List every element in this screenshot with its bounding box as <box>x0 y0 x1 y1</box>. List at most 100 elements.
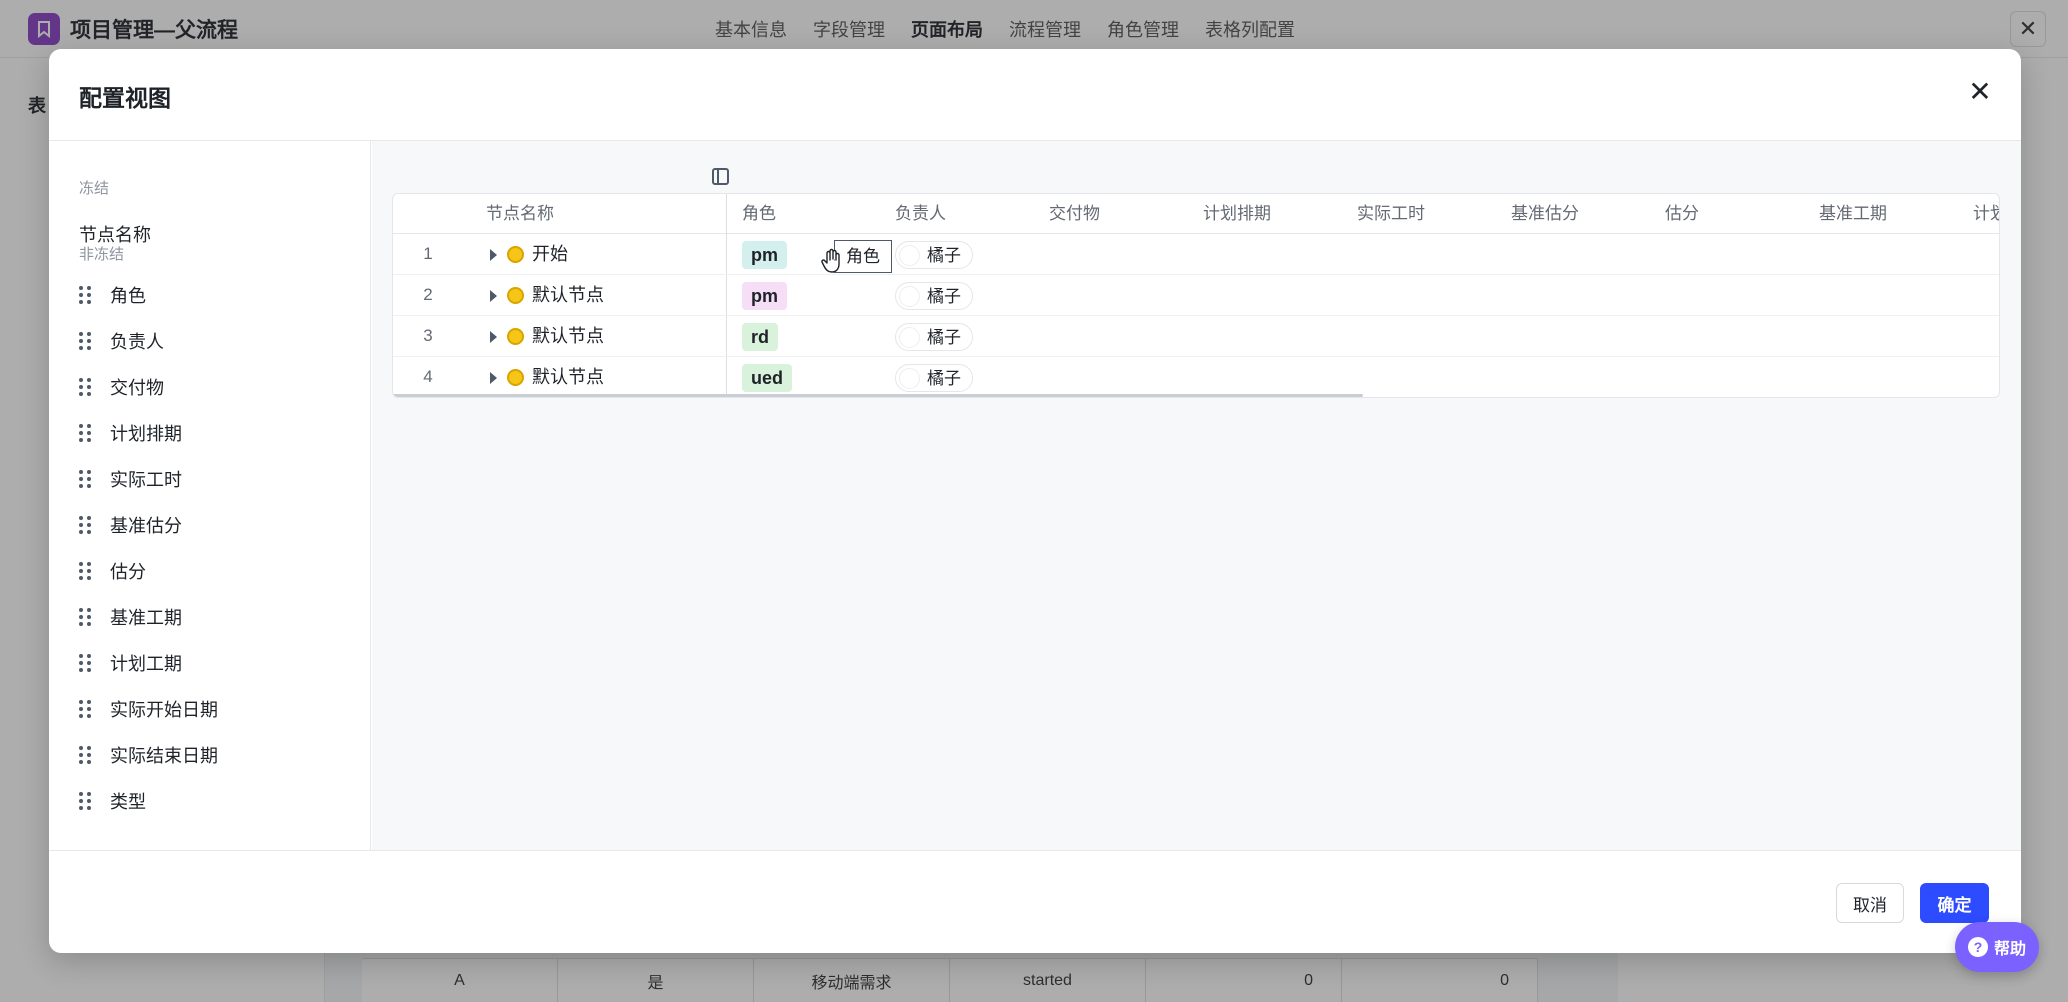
column-label: 负责人 <box>110 332 164 352</box>
header-baseline-estimate[interactable]: 基准估分 <box>1511 194 1579 234</box>
role-tag: ued <box>742 364 793 392</box>
unfrozen-column-item[interactable]: 基准估分 <box>79 502 218 548</box>
unfrozen-column-item[interactable]: 计划工期 <box>79 640 218 686</box>
column-label: 角色 <box>110 286 146 306</box>
status-dot-icon <box>507 287 524 304</box>
unfrozen-column-item[interactable]: 实际结束日期 <box>79 732 218 778</box>
expand-arrow-icon[interactable] <box>490 249 497 261</box>
header-planned-partial[interactable]: 计划 <box>1973 194 1999 234</box>
row-number: 1 <box>423 244 433 263</box>
avatar <box>899 286 920 307</box>
help-button[interactable]: ? 帮助 <box>1955 922 2039 972</box>
help-icon: ? <box>1967 937 1988 957</box>
header-actual-hours[interactable]: 实际工时 <box>1357 194 1425 234</box>
table-preview: 节点名称 角色 负责人 交付物 计划排期 实际工时 基准估分 估分 基准工期 计… <box>372 141 2021 850</box>
owner-name: 橘子 <box>927 328 961 347</box>
grid-header: 节点名称 角色 负责人 交付物 计划排期 实际工时 基准估分 估分 基准工期 计… <box>393 194 1999 234</box>
drag-handle-icon[interactable] <box>79 653 93 673</box>
header-owner[interactable]: 负责人 <box>895 194 946 234</box>
column-label: 计划排期 <box>110 424 182 444</box>
modal-header: 配置视图 ✕ <box>49 49 2021 141</box>
header-baseline-duration[interactable]: 基准工期 <box>1819 194 1887 234</box>
column-label: 实际工时 <box>110 470 182 490</box>
close-icon: ✕ <box>1968 76 1992 107</box>
modal-footer: 取消 确定 <box>49 850 2021 953</box>
unfrozen-column-item[interactable]: 估分 <box>79 548 218 594</box>
row-number: 3 <box>423 326 433 345</box>
column-label: 计划工期 <box>110 654 182 674</box>
column-label: 实际结束日期 <box>110 746 218 766</box>
expand-arrow-icon[interactable] <box>490 290 497 302</box>
drag-handle-icon[interactable] <box>79 561 93 581</box>
owner-chip[interactable]: 橘子 <box>895 364 973 392</box>
table-row[interactable]: 1 开始 pm 橘子 <box>393 234 1999 275</box>
unfrozen-column-item[interactable]: 角色 <box>79 272 218 318</box>
drag-handle-icon[interactable] <box>79 285 93 305</box>
column-label: 估分 <box>110 562 146 582</box>
avatar <box>899 245 920 266</box>
unfrozen-column-item[interactable]: 交付物 <box>79 364 218 410</box>
drag-handle-icon[interactable] <box>79 791 93 811</box>
horizontal-scrollbar[interactable] <box>393 394 1363 397</box>
status-dot-icon <box>507 328 524 345</box>
unfrozen-column-item[interactable]: 实际开始日期 <box>79 686 218 732</box>
owner-chip[interactable]: 橘子 <box>895 241 973 269</box>
unfrozen-section-label: 非冻结 <box>79 246 125 263</box>
drag-handle-icon[interactable] <box>79 469 93 489</box>
owner-name: 橘子 <box>927 287 961 306</box>
table-row[interactable]: 4 默认节点 ued 橘子 <box>393 357 1999 397</box>
expand-arrow-icon[interactable] <box>490 372 497 384</box>
unfrozen-column-item[interactable]: 负责人 <box>79 318 218 364</box>
avatar <box>899 327 920 348</box>
drag-handle-icon[interactable] <box>79 331 93 351</box>
table-row[interactable]: 3 默认节点 rd 橘子 <box>393 316 1999 357</box>
column-label: 实际开始日期 <box>110 700 218 720</box>
owner-name: 橘子 <box>927 369 961 388</box>
header-role[interactable]: 角色 <box>742 194 776 234</box>
modal-title: 配置视图 <box>79 85 171 111</box>
header-deliverable[interactable]: 交付物 <box>1049 194 1100 234</box>
role-tag: pm <box>742 282 787 310</box>
status-dot-icon <box>507 369 524 386</box>
role-tag: rd <box>742 323 778 351</box>
row-number: 2 <box>423 285 433 304</box>
node-name: 默认节点 <box>532 285 604 305</box>
table-row[interactable]: 2 默认节点 pm 橘子 <box>393 275 1999 316</box>
column-config-sidebar: 冻结 节点名称 非冻结 角色 负责人 交付物 计划排期 实际工时 基准估分 估分 基准工期 计划… <box>49 141 371 850</box>
unfrozen-column-item[interactable]: 实际工时 <box>79 456 218 502</box>
drag-handle-icon[interactable] <box>79 699 93 719</box>
node-name: 默认节点 <box>532 367 604 387</box>
unfrozen-column-item[interactable]: 计划排期 <box>79 410 218 456</box>
column-label: 基准估分 <box>110 516 182 536</box>
owner-name: 橘子 <box>927 246 961 265</box>
expand-arrow-icon[interactable] <box>490 331 497 343</box>
header-estimate[interactable]: 估分 <box>1665 194 1699 234</box>
header-planned-schedule[interactable]: 计划排期 <box>1203 194 1271 234</box>
modal-close-button[interactable]: ✕ <box>1965 77 1995 107</box>
preview-grid: 节点名称 角色 负责人 交付物 计划排期 实际工时 基准估分 估分 基准工期 计… <box>392 193 2000 398</box>
unfrozen-column-item[interactable]: 类型 <box>79 778 218 824</box>
unfrozen-column-item[interactable]: 基准工期 <box>79 594 218 640</box>
header-node-name[interactable]: 节点名称 <box>486 194 554 234</box>
column-label: 类型 <box>110 792 146 812</box>
configure-view-modal: 配置视图 ✕ 冻结 节点名称 非冻结 角色 负责人 交付物 计划排期 实际工时 基准估分估… <box>49 49 2021 953</box>
role-tag: pm <box>742 241 787 269</box>
drag-handle-icon[interactable] <box>79 745 93 765</box>
column-label: 交付物 <box>110 378 164 398</box>
confirm-button[interactable]: 确定 <box>1920 883 1989 923</box>
drag-handle-icon[interactable] <box>79 607 93 627</box>
grab-hand-icon <box>821 248 840 273</box>
panel-toggle-icon[interactable] <box>712 168 729 185</box>
help-label: 帮助 <box>1993 941 2026 958</box>
node-name: 默认节点 <box>532 326 604 346</box>
frozen-section-label: 冻结 <box>79 180 110 197</box>
node-name: 开始 <box>532 244 568 264</box>
owner-chip[interactable]: 橘子 <box>895 323 973 351</box>
row-number: 4 <box>423 367 433 386</box>
drag-handle-icon[interactable] <box>79 377 93 397</box>
owner-chip[interactable]: 橘子 <box>895 282 973 310</box>
status-dot-icon <box>507 246 524 263</box>
cancel-button[interactable]: 取消 <box>1836 883 1904 923</box>
drag-handle-icon[interactable] <box>79 515 93 535</box>
drag-handle-icon[interactable] <box>79 423 93 443</box>
